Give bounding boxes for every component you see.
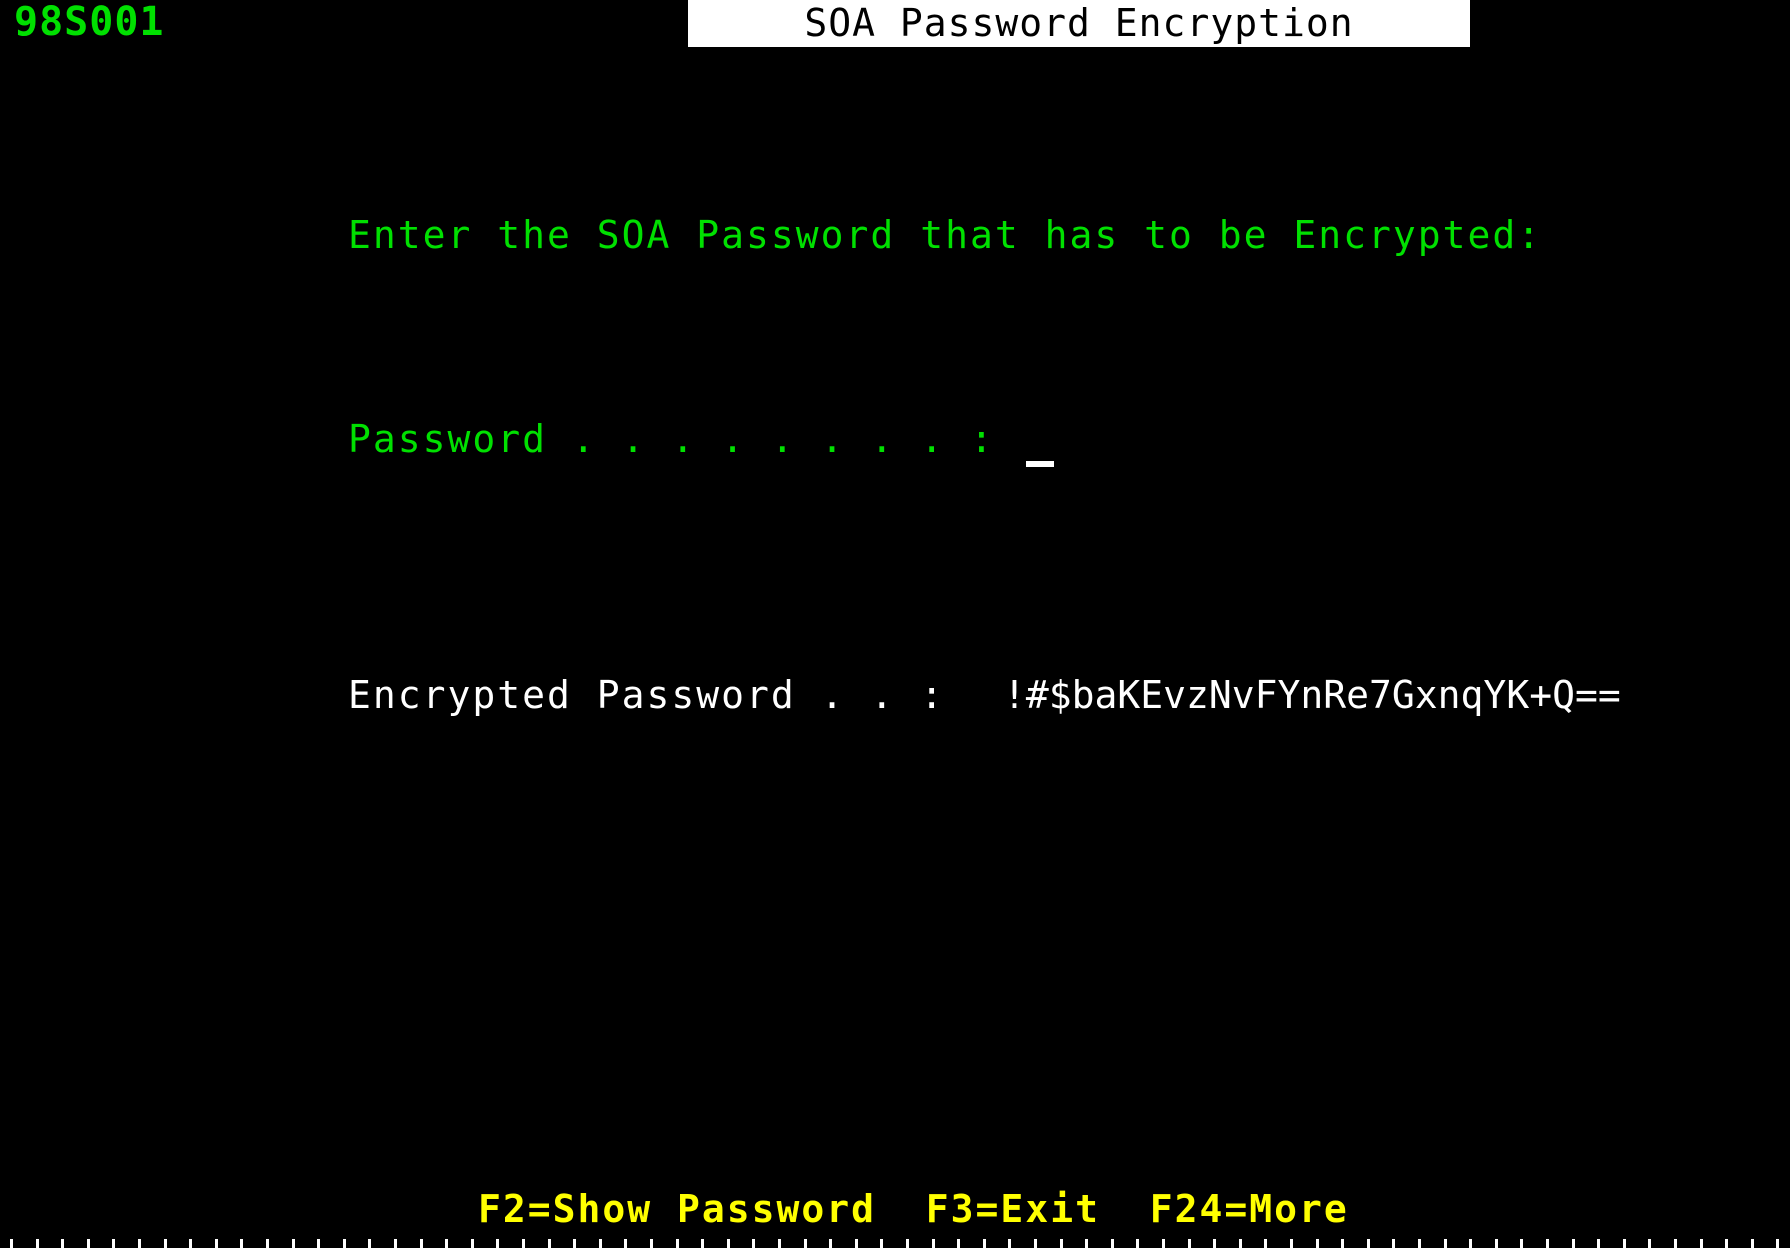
column-tick: [292, 1239, 295, 1248]
column-tick: [10, 1239, 13, 1248]
function-key-bar[interactable]: F2=Show Password F3=Exit F24=More: [478, 1190, 1349, 1228]
column-tick: [343, 1239, 346, 1248]
column-tick: [1444, 1239, 1447, 1248]
column-tick: [445, 1239, 448, 1248]
column-tick: [61, 1239, 64, 1248]
column-tick: [1367, 1239, 1370, 1248]
column-tick: [676, 1239, 679, 1248]
column-tick: [317, 1239, 320, 1248]
screen-id-label: 98S001: [14, 0, 165, 45]
column-tick: [1008, 1239, 1011, 1248]
encrypted-password-label: Encrypted Password . . :: [348, 673, 946, 717]
column-tick: [1546, 1239, 1549, 1248]
column-tick: [1085, 1239, 1088, 1248]
column-tick: [112, 1239, 115, 1248]
column-tick: [36, 1239, 39, 1248]
column-tick: [1623, 1239, 1626, 1248]
column-tick: [778, 1239, 781, 1248]
column-tick: [1725, 1239, 1728, 1248]
column-tick: [368, 1239, 371, 1248]
instruction-text: Enter the SOA Password that has to be En…: [348, 213, 1543, 257]
column-tick: [1597, 1239, 1600, 1248]
column-tick: [548, 1239, 551, 1248]
column-tick: [880, 1239, 883, 1248]
column-tick: [1239, 1239, 1242, 1248]
column-tick: [266, 1239, 269, 1248]
column-tick: [1700, 1239, 1703, 1248]
column-tick: [1341, 1239, 1344, 1248]
column-tick: [829, 1239, 832, 1248]
column-tick: [189, 1239, 192, 1248]
column-tick: [1213, 1239, 1216, 1248]
column-tick: [1060, 1239, 1063, 1248]
column-tick: [1264, 1239, 1267, 1248]
column-tick: [1674, 1239, 1677, 1248]
title-banner: SOA Password Encryption: [688, 0, 1470, 47]
page-title: SOA Password Encryption: [804, 1, 1354, 45]
column-tick: [87, 1239, 90, 1248]
column-tick: [1572, 1239, 1575, 1248]
column-tick: [701, 1239, 704, 1248]
column-tick: [752, 1239, 755, 1248]
column-tick: [471, 1239, 474, 1248]
column-tick: [1290, 1239, 1293, 1248]
column-tick: [420, 1239, 423, 1248]
column-tick: [983, 1239, 986, 1248]
column-tick: [573, 1239, 576, 1248]
column-tick: [727, 1239, 730, 1248]
column-tick: [957, 1239, 960, 1248]
column-tick: [394, 1239, 397, 1248]
column-tick: [1111, 1239, 1114, 1248]
column-tick: [522, 1239, 525, 1248]
terminal-screen: 98S001 SOA Password Encryption Enter the…: [0, 0, 1790, 1248]
column-tick: [1495, 1239, 1498, 1248]
column-tick: [1751, 1239, 1754, 1248]
column-tick: [1520, 1239, 1523, 1248]
column-tick: [1188, 1239, 1191, 1248]
column-tick: [804, 1239, 807, 1248]
password-field-label: Password . . . . . . . . :: [348, 417, 995, 461]
column-tick: [1136, 1239, 1139, 1248]
column-tick: [855, 1239, 858, 1248]
column-tick: [1776, 1239, 1779, 1248]
column-tick: [164, 1239, 167, 1248]
column-tick: [1316, 1239, 1319, 1248]
password-input[interactable]: [1010, 420, 1530, 468]
column-tick: [932, 1239, 935, 1248]
column-tick: [138, 1239, 141, 1248]
column-tick: [1162, 1239, 1165, 1248]
column-tick: [215, 1239, 218, 1248]
column-tick: [624, 1239, 627, 1248]
column-tick: [240, 1239, 243, 1248]
column-ruler: [0, 1238, 1790, 1248]
column-tick: [1034, 1239, 1037, 1248]
column-tick: [906, 1239, 909, 1248]
encrypted-password-value: !#$baKEvzNvFYnRe7GxnqYK+Q==: [1003, 673, 1621, 717]
column-tick: [650, 1239, 653, 1248]
column-tick: [1418, 1239, 1421, 1248]
text-cursor: [1026, 461, 1054, 467]
column-tick: [1469, 1239, 1472, 1248]
column-tick: [1392, 1239, 1395, 1248]
column-tick: [599, 1239, 602, 1248]
column-tick: [496, 1239, 499, 1248]
column-tick: [1648, 1239, 1651, 1248]
